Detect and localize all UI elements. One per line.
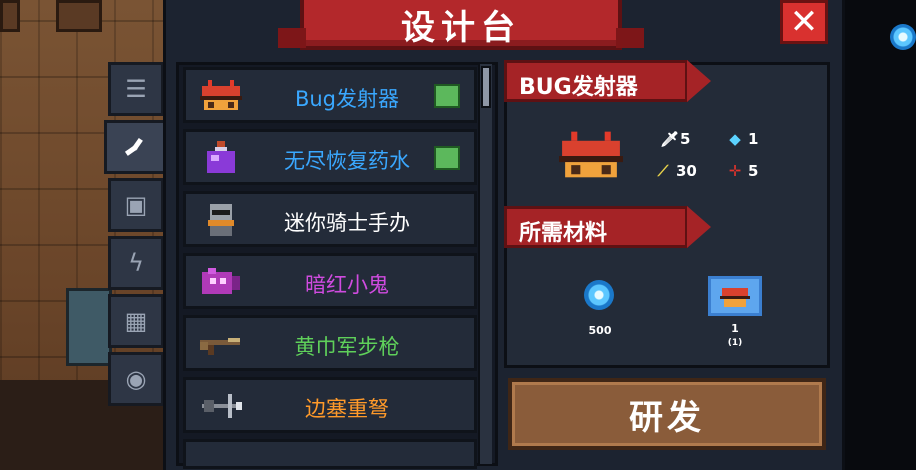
anvil-decoration bbox=[66, 288, 112, 366]
list-scrollbar[interactable] bbox=[478, 64, 492, 464]
puzzle-icon: ▦ bbox=[124, 307, 148, 335]
blueprint-icon bbox=[708, 276, 762, 316]
sword-icon: 🗡 bbox=[660, 130, 680, 148]
pet-icon: ◉ bbox=[125, 365, 147, 393]
page-title: 设计台 bbox=[401, 8, 521, 48]
gem-coin-icon bbox=[890, 24, 916, 50]
stool-decoration bbox=[0, 0, 20, 32]
bug-launcher-icon bbox=[200, 80, 242, 110]
material-amount: 500 bbox=[588, 324, 612, 337]
list-item[interactable]: 黄巾军步枪 bbox=[183, 315, 477, 371]
item-name-header: BUG发射器 bbox=[504, 60, 711, 102]
spread-stat: ✛ 5 bbox=[728, 162, 759, 180]
item-name: 边塞重弩 bbox=[305, 397, 389, 421]
list-item[interactable]: 暗红小鬼 bbox=[183, 253, 477, 309]
list-item[interactable] bbox=[183, 439, 477, 469]
energy-value: 1 bbox=[748, 130, 759, 148]
list-item[interactable]: 边塞重弩 bbox=[183, 377, 477, 433]
tab-armor[interactable]: ▣ bbox=[108, 178, 164, 232]
damage-value: 5 bbox=[680, 130, 691, 148]
lightning-icon: ϟ bbox=[128, 249, 144, 277]
damage-stat: 🗡 5 bbox=[660, 130, 690, 148]
armor-icon: ▣ bbox=[124, 191, 148, 219]
crimson-imp-icon bbox=[202, 268, 240, 294]
list-item[interactable]: Bug发射器 bbox=[183, 67, 477, 123]
list-icon: ☰ bbox=[125, 75, 147, 103]
rifle-icon bbox=[200, 338, 240, 355]
potion-icon bbox=[207, 141, 235, 173]
tab-weapons[interactable] bbox=[104, 120, 166, 174]
materials-header: 所需材料 bbox=[504, 206, 711, 248]
material-owned: (1) bbox=[727, 338, 743, 348]
research-button[interactable]: 研发 bbox=[508, 378, 826, 450]
spread-value: 5 bbox=[748, 162, 759, 180]
item-name: 黄巾军步枪 bbox=[294, 335, 400, 359]
craftable-hammer-icon bbox=[434, 146, 460, 170]
crosshair-icon: ✛ bbox=[728, 162, 742, 180]
craftable-hammer-icon bbox=[434, 84, 460, 108]
wrench-icon bbox=[124, 137, 143, 156]
gem-coin-icon bbox=[584, 280, 614, 310]
crit-stat: ⟋ 30 bbox=[656, 162, 697, 180]
item-list: Bug发射器 无尽恢复药水 迷你骑士手办 暗红小鬼 黄巾军步枪 边塞重弩 bbox=[176, 62, 498, 469]
title-banner: 设计台 bbox=[278, 0, 644, 50]
item-name: Bug发射器 bbox=[294, 87, 400, 111]
crossbow-icon bbox=[202, 394, 242, 418]
item-name: 无尽恢复药水 bbox=[284, 149, 410, 173]
bug-launcher-icon bbox=[559, 131, 623, 178]
energy-stat: ◆ 1 bbox=[728, 130, 758, 148]
tab-pets[interactable]: ◉ bbox=[108, 352, 164, 406]
list-item[interactable]: 无尽恢复药水 bbox=[183, 129, 477, 185]
tab-list[interactable]: ☰ bbox=[108, 62, 164, 116]
crit-value: 30 bbox=[676, 162, 697, 180]
scroll-thumb[interactable] bbox=[481, 66, 491, 108]
energy-icon: ◆ bbox=[729, 130, 741, 148]
tab-materials[interactable]: ▦ bbox=[108, 294, 164, 348]
knight-figure-icon bbox=[208, 204, 234, 236]
item-name: 暗红小鬼 bbox=[305, 273, 389, 297]
list-item[interactable]: 迷你骑士手办 bbox=[183, 191, 477, 247]
crit-icon: ⟋ bbox=[657, 162, 669, 180]
table-decoration bbox=[56, 0, 102, 32]
material-amount: 1 bbox=[731, 322, 739, 335]
tab-skills[interactable]: ϟ bbox=[108, 236, 164, 290]
close-button[interactable]: ✕ bbox=[780, 0, 828, 44]
item-name: 迷你骑士手办 bbox=[284, 211, 410, 235]
dark-background bbox=[845, 0, 916, 470]
